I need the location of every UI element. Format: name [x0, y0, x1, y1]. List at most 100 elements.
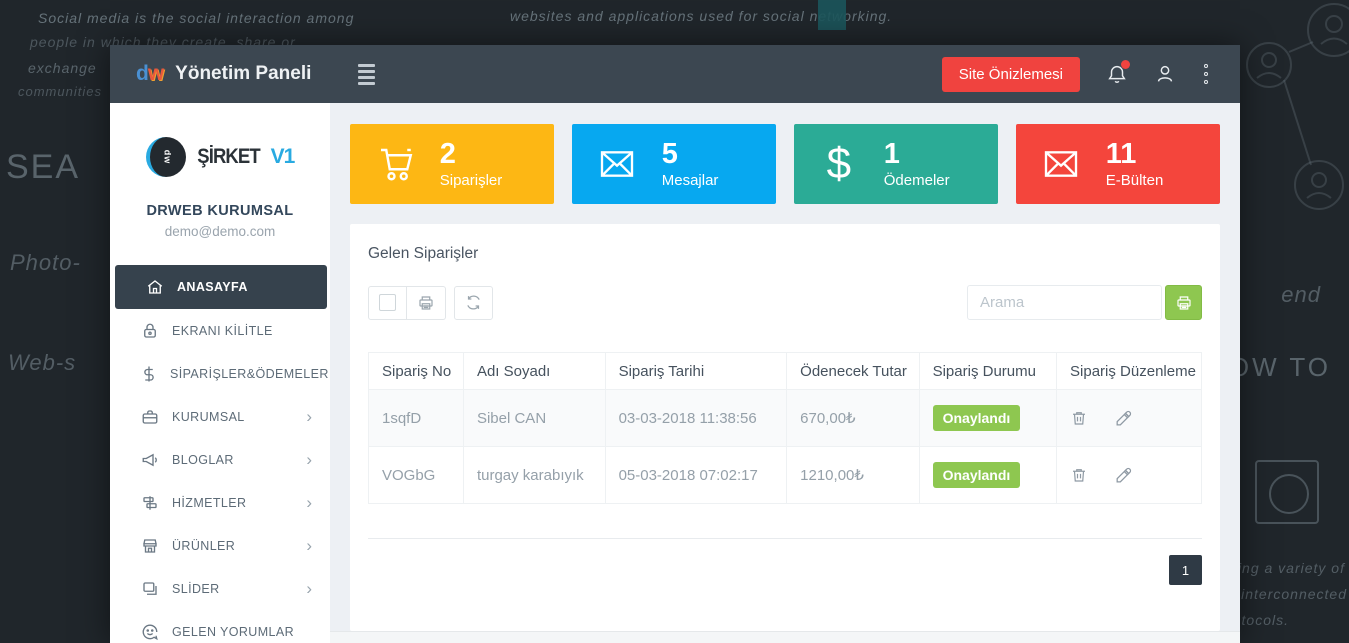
profile-name: DRWEB KURUMSAL — [110, 203, 330, 219]
site-preview-button[interactable]: Site Önizlemesi — [942, 57, 1080, 92]
stat-card-siparisler[interactable]: 2 Siparişler — [350, 124, 554, 204]
chalk-text: Photo- — [10, 250, 81, 276]
order-date: 03-03-2018 11:38:56 — [605, 390, 787, 447]
sidebar-item-slider[interactable]: SLİDER › — [110, 567, 330, 610]
sidebar-item-anasayfa[interactable]: ANASAYFA — [115, 265, 327, 309]
stat-card-mesajlar[interactable]: 5 Mesajlar — [572, 124, 776, 204]
stat-label: Ödemeler — [884, 172, 950, 189]
signpost-icon — [140, 494, 160, 512]
home-icon — [145, 278, 165, 296]
orders-panel: Gelen Siparişler — [350, 224, 1220, 631]
table-row: VOGbG turgay karabıyık 05-03-2018 07:02:… — [369, 447, 1202, 504]
chevron-right-icon: › — [306, 494, 312, 511]
briefcase-icon — [140, 408, 160, 426]
col-header-siparis-no: Sipariş No — [369, 353, 464, 390]
sidebar-toggle-icon[interactable] — [358, 64, 375, 85]
col-header-siparis-duzenleme: Sipariş Düzenleme — [1057, 353, 1202, 390]
select-all-button[interactable] — [368, 286, 407, 320]
profile-block: dw ŞİRKET V1 DRWEB KURUMSAL demo@demo.co… — [110, 103, 330, 265]
dollar-icon: $ — [794, 142, 884, 186]
order-name: turgay karabıyık — [463, 447, 605, 504]
envelope-icon — [572, 144, 662, 184]
company-logo: dw ŞİRKET V1 — [110, 137, 330, 177]
drweb-logo-icon: dw — [136, 62, 163, 86]
sidebar-item-ekrani-kilitle[interactable]: EKRANI KİLİTLE — [110, 309, 330, 352]
status-badge: Onaylandı — [933, 405, 1021, 431]
chalk-text: communities — [18, 84, 102, 99]
col-header-adi-soyadi: Adı Soyadı — [463, 353, 605, 390]
orders-table: Sipariş No Adı Soyadı Sipariş Tarihi Öde… — [368, 352, 1202, 504]
sidebar-item-hizmetler[interactable]: HİZMETLER › — [110, 481, 330, 524]
order-no: VOGbG — [369, 447, 464, 504]
chevron-right-icon: › — [306, 408, 312, 425]
brand[interactable]: dw Yönetim Paneli — [110, 62, 330, 86]
col-header-siparis-tarihi: Sipariş Tarihi — [605, 353, 787, 390]
chalk-text: tocols. — [1242, 612, 1289, 628]
sidebar-item-siparisler-odemeler[interactable]: SİPARİŞLER&ÖDEMELER › — [110, 352, 330, 395]
order-no: 1sqfD — [369, 390, 464, 447]
comment-smile-icon — [140, 623, 160, 641]
company-logo-icon: dw — [146, 137, 186, 177]
profile-email: demo@demo.com — [110, 224, 330, 239]
more-options-icon[interactable] — [1202, 62, 1210, 86]
dollar-icon — [140, 365, 158, 383]
chalk-text: Social media is the social interaction a… — [38, 10, 354, 26]
footer: © 2016 Yönetim Paneli Tüm Hakkı Saklıdır… — [330, 631, 1240, 643]
chalk-text: ing a variety of — [1238, 560, 1345, 576]
sidebar: dw ŞİRKET V1 DRWEB KURUMSAL demo@demo.co… — [110, 103, 330, 643]
envelope-icon — [1016, 144, 1106, 184]
stat-value: 5 — [662, 139, 719, 171]
sidebar-item-urunler[interactable]: ÜRÜNLER › — [110, 524, 330, 567]
edit-button[interactable] — [1114, 409, 1133, 428]
stat-label: Mesajlar — [662, 172, 719, 189]
order-amount: 1210,00₺ — [787, 447, 919, 504]
sidebar-item-kurumsal[interactable]: KURUMSAL › — [110, 395, 330, 438]
delete-button[interactable] — [1070, 409, 1088, 427]
order-date: 05-03-2018 07:02:17 — [605, 447, 787, 504]
content-area: 2 Siparişler 5 Mesajlar — [330, 103, 1240, 643]
admin-app-window: dw Yönetim Paneli Site Önizlemesi — [110, 45, 1240, 643]
stat-value: 2 — [440, 139, 503, 171]
search-input[interactable] — [967, 285, 1162, 320]
top-navbar: dw Yönetim Paneli Site Önizlemesi — [110, 45, 1240, 103]
refresh-button[interactable] — [454, 286, 493, 320]
select-all-checkbox[interactable] — [379, 294, 396, 311]
chevron-right-icon: › — [306, 580, 312, 597]
megaphone-icon — [140, 451, 160, 469]
stat-card-odemeler[interactable]: $ 1 Ödemeler — [794, 124, 998, 204]
col-header-odenecek-tutar: Ödenecek Tutar — [787, 353, 919, 390]
printer-icon — [417, 294, 435, 312]
app-title: Yönetim Paneli — [175, 63, 311, 85]
chalk-text: SEA — [6, 148, 80, 187]
layers-icon — [140, 580, 160, 598]
user-account-icon[interactable] — [1154, 63, 1176, 85]
chalk-network-drawing — [1239, 0, 1349, 230]
stat-value: 11 — [1106, 139, 1164, 171]
store-icon — [140, 537, 160, 555]
stat-cards: 2 Siparişler 5 Mesajlar — [350, 124, 1220, 204]
chalk-text: Web-s — [8, 350, 76, 376]
delete-button[interactable] — [1070, 466, 1088, 484]
chevron-right-icon: › — [306, 451, 312, 468]
page-button-1[interactable]: 1 — [1169, 555, 1202, 585]
search-print-button[interactable] — [1165, 285, 1202, 320]
stat-card-ebulten[interactable]: 11 E-Bülten — [1016, 124, 1220, 204]
notification-badge — [1121, 60, 1130, 69]
sidebar-menu: ANASAYFA EKRANI KİLİTLE SİPARİŞLER&ÖDEME… — [110, 265, 330, 643]
edit-button[interactable] — [1114, 466, 1133, 485]
stat-value: 1 — [884, 139, 950, 171]
print-button[interactable] — [407, 286, 446, 320]
orders-toolbar — [368, 285, 1202, 320]
chalk-text: exchange — [28, 60, 97, 76]
chevron-right-icon: › — [306, 537, 312, 554]
sidebar-item-gelen-yorumlar[interactable]: GELEN YORUMLAR — [110, 610, 330, 643]
order-name: Sibel CAN — [463, 390, 605, 447]
col-header-siparis-durumu: Sipariş Durumu — [919, 353, 1056, 390]
chalk-text: end — [1281, 282, 1321, 308]
divider — [368, 538, 1202, 539]
chalk-decoration — [818, 0, 846, 30]
sidebar-item-bloglar[interactable]: BLOGLAR › — [110, 438, 330, 481]
notifications-bell-icon[interactable] — [1106, 63, 1128, 85]
stat-label: Siparişler — [440, 172, 503, 189]
panel-title: Gelen Siparişler — [368, 245, 1202, 263]
